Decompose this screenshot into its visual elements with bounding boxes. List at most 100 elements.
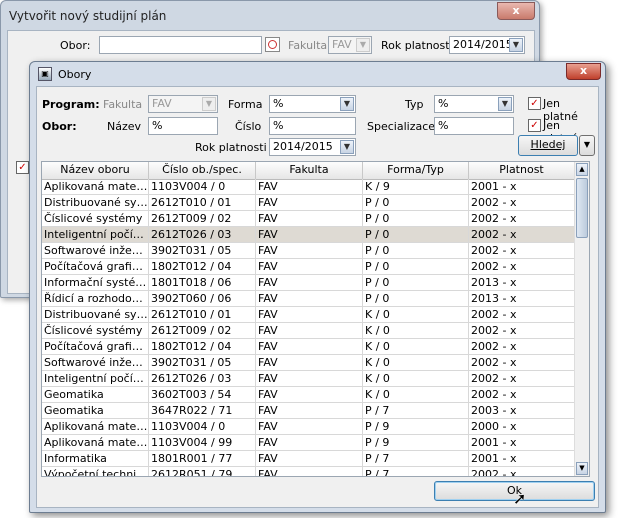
table-row[interactable]: Aplikovaná matematika1103V004 / 99FAVP /…: [42, 435, 575, 451]
column-header-platnost[interactable]: Platnost: [469, 162, 575, 179]
close-button[interactable]: x: [566, 63, 601, 80]
cislo-input[interactable]: %: [269, 117, 356, 135]
rok-platnosti-value: 2014/2015: [273, 140, 333, 153]
back-fakulta-label: Fakulta:: [288, 39, 331, 52]
column-header-forma-typ[interactable]: Forma/Typ: [363, 162, 469, 179]
cell-cislo: 3902T031 / 05: [149, 243, 256, 258]
cell-platnost: 2002 - x: [469, 323, 575, 338]
table-row[interactable]: Softwarové inženýrství3902T031 / 05FAVP …: [42, 243, 575, 259]
cell-fakulta: FAV: [256, 275, 363, 290]
lookup-button[interactable]: [265, 37, 280, 52]
table-row[interactable]: Distribuované systémy2612T010 / 01FAVP /…: [42, 195, 575, 211]
jen-platne-checkbox-obor[interactable]: ✓: [528, 119, 541, 132]
column-header-nazev[interactable]: Název oboru: [42, 162, 149, 179]
chevron-down-icon[interactable]: ▼: [498, 97, 512, 111]
cell-platnost: 2002 - x: [469, 243, 575, 258]
typ-value: %: [438, 97, 449, 110]
table-row[interactable]: Softwarové inženýrství3902T031 / 05FAVK …: [42, 355, 575, 371]
table-row[interactable]: Geomatika 3602T003 / 54 FAV K / 0 2002 - x: [42, 387, 575, 403]
cell-fakulta: FAV: [256, 307, 363, 322]
cell-fakulta: FAV: [256, 387, 363, 402]
cell-forma-typ: P / 0: [363, 211, 469, 226]
cell-platnost: 2013 - x: [469, 291, 575, 306]
cell-nazev: Aplikovaná matematika: [44, 435, 149, 450]
cell-forma-typ: P / 0: [363, 195, 469, 210]
back-checkbox[interactable]: ✓: [16, 161, 29, 174]
obor-label: Obor:: [60, 39, 91, 52]
hledej-menu-button[interactable]: ▼: [579, 135, 595, 156]
nazev-label: Název: [107, 120, 142, 133]
cell-cislo: 2612T026 / 03: [149, 227, 256, 242]
jen-platne-checkbox-program[interactable]: ✓: [528, 97, 541, 110]
scroll-down-icon[interactable]: ▼: [576, 462, 588, 475]
cell-nazev: Aplikovaná matematika: [44, 419, 149, 434]
cell-platnost: 2002 - x: [469, 467, 575, 476]
forma-select[interactable]: % ▼: [269, 95, 356, 113]
cell-platnost: 2002 - x: [469, 339, 575, 354]
cell-forma-typ: P / 9: [363, 419, 469, 434]
table-row[interactable]: Číslicové systémy 2612T009 / 02 FAV P / 0 20…: [42, 211, 575, 227]
cell-forma-typ: P / 7: [363, 451, 469, 466]
table-row[interactable]: Aplikovaná matematika1103V004 / 0FAVK / …: [42, 179, 575, 195]
cell-platnost: 2001 - x: [469, 179, 575, 194]
program-label: Program:: [42, 98, 100, 111]
table-row[interactable]: Distribuované systémy2612T010 / 01FAVK /…: [42, 307, 575, 323]
cell-platnost: 2002 - x: [469, 307, 575, 322]
obory-dialog: ▣ Obory x Program: Fakulta FAV ▼ Forma %…: [29, 61, 606, 513]
scroll-up-icon[interactable]: ▲: [576, 163, 588, 176]
obory-table[interactable]: Název oboru Číslo ob./spec. Fakulta Form…: [41, 161, 590, 477]
cell-platnost: 2002 - x: [469, 259, 575, 274]
table-row[interactable]: Řídicí a rozhodovací systémy3902T060 / 0…: [42, 291, 575, 307]
rok-platnosti-select[interactable]: 2014/2015 ▼: [269, 138, 356, 156]
table-row[interactable]: Počítačová grafika a interakce1802T012 /…: [42, 259, 575, 275]
table-row[interactable]: Inteligentní počítačové systémy2612T026 …: [42, 227, 575, 243]
chevron-down-icon[interactable]: ▼: [340, 97, 354, 111]
back-rok-select[interactable]: 2014/2015 ▼: [449, 36, 525, 54]
cell-nazev: Distribuované systémy: [42, 195, 149, 210]
cell-forma-typ: P / 9: [363, 435, 469, 450]
obor-label: Obor:: [42, 120, 77, 133]
table-row[interactable]: Výpočetní technika 2612R051 / 79 FAV P / 72…: [42, 467, 575, 476]
cell-platnost: 2002 - x: [469, 371, 575, 386]
table-row[interactable]: Geomatika 3647R022 / 71 FAV P / 7 2003 - x: [42, 403, 575, 419]
column-header-fakulta[interactable]: Fakulta: [256, 162, 363, 179]
typ-select[interactable]: % ▼: [434, 95, 514, 113]
table-row[interactable]: Počítačová grafika a interakce1802T012 /…: [42, 339, 575, 355]
cell-nazev: Počítačová grafika a interakce: [42, 339, 149, 354]
cell-forma-typ: P / 0: [363, 243, 469, 258]
dialog-content: Program: Fakulta FAV ▼ Forma % ▼ Typ % ▼…: [36, 86, 599, 508]
chevron-down-icon: ▼: [202, 97, 216, 111]
specializace-input[interactable]: %: [434, 117, 514, 135]
vertical-scrollbar[interactable]: ▲ ▼: [574, 162, 589, 476]
cell-forma-typ: P / 7: [363, 403, 469, 418]
app-icon: ▣: [38, 67, 52, 81]
cell-platnost: 2013 - x: [469, 275, 575, 290]
cell-forma-typ: K / 9: [363, 179, 469, 194]
obor-field[interactable]: [99, 36, 262, 54]
back-rok-value: 2014/2015: [453, 38, 513, 51]
nazev-input[interactable]: %: [148, 117, 218, 135]
cell-platnost: 2002 - x: [469, 355, 575, 370]
cell-nazev: Informační systémy: [44, 275, 149, 290]
cell-cislo: 1802T012 / 04: [149, 339, 256, 354]
forma-label: Forma: [228, 98, 263, 111]
table-row[interactable]: Informační systémy 1801T018 / 06 FAV P / 02…: [42, 275, 575, 291]
column-header-cislo[interactable]: Číslo ob./spec.: [149, 162, 256, 179]
chevron-down-icon[interactable]: ▼: [340, 140, 354, 154]
table-row[interactable]: Aplikovaná matematika1103V004 / 0FAVP / …: [42, 419, 575, 435]
cell-nazev: Informatika: [42, 451, 149, 466]
back-fakulta-select: FAV ▼: [328, 36, 372, 54]
cell-forma-typ: K / 0: [363, 371, 469, 386]
cell-cislo: 3902T060 / 06: [149, 291, 256, 306]
chevron-down-icon[interactable]: ▼: [509, 38, 523, 52]
back-close-button[interactable]: x: [497, 2, 535, 20]
cell-cislo: 2612T010 / 01: [149, 195, 256, 210]
table-row[interactable]: Inteligentní počítačové systémy2612T026 …: [42, 371, 575, 387]
mouse-cursor-icon: ➚: [513, 489, 527, 508]
cell-nazev: Číslicové systémy: [42, 323, 149, 338]
cell-forma-typ: P / 7: [363, 467, 469, 476]
table-row[interactable]: Číslicové systémy 2612T009 / 02 FAV K / 0 20…: [42, 323, 575, 339]
scroll-thumb[interactable]: [576, 178, 588, 238]
hledej-button[interactable]: Hledej: [518, 135, 578, 156]
table-row[interactable]: Informatika 1801R001 / 77 FAV P / 7 2001 - x: [42, 451, 575, 467]
